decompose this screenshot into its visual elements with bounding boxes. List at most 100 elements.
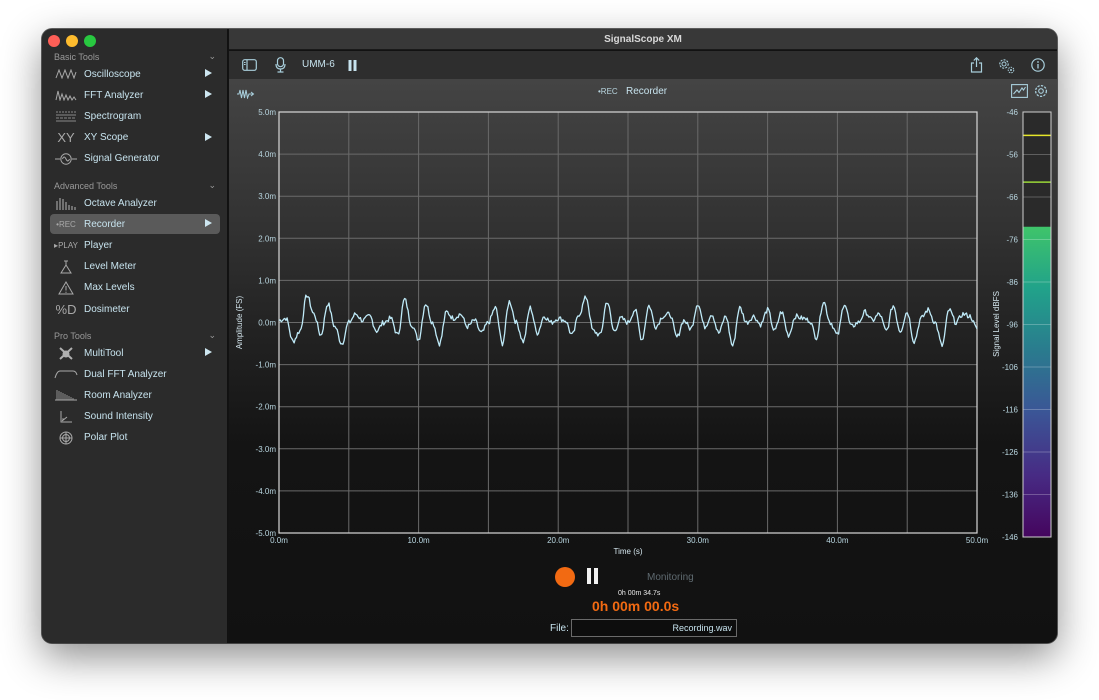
meter-axis-title: Signal Level dBFS [992, 291, 1001, 357]
share-button[interactable] [969, 57, 983, 73]
meter-tick-label: -146 [1002, 533, 1019, 542]
x-tick-label: 40.0m [826, 536, 849, 545]
y-tick-label: -4.0m [256, 487, 277, 496]
input-device-button[interactable] [274, 57, 286, 73]
toggle-sidebar-button[interactable] [241, 57, 257, 73]
sidebar-item-label: Level Meter [84, 261, 137, 273]
settings-gears-icon [998, 58, 1014, 73]
chevron-down-icon: ⌄ [208, 180, 216, 190]
y-tick-label: 5.0m [258, 108, 276, 117]
file-name-field[interactable]: Recording.wav [571, 619, 737, 637]
recorder-panel: •REC Recorder 5.0m 4.0m 3.0m 2.0m 1.0m 0.0m -1… [229, 79, 1057, 643]
sidebar-item-max-levels[interactable]: Max Levels [50, 278, 220, 298]
sidebar: Basic Tools ⌄ Oscilloscope FFT Analyzer … [42, 29, 228, 643]
sidebar-icon [241, 59, 257, 71]
sidebar-item-octave-analyzer[interactable]: Octave Analyzer [50, 193, 220, 213]
app-window: Basic Tools ⌄ Oscilloscope FFT Analyzer … [42, 29, 1057, 643]
room-analyzer-icon [54, 387, 78, 403]
close-window-button[interactable] [48, 35, 60, 47]
meter-tick-label: -106 [1002, 363, 1019, 372]
share-icon [970, 57, 982, 73]
monitoring-status: Monitoring [647, 572, 694, 583]
fft-icon [54, 87, 78, 103]
y-tick-label: -1.0m [256, 361, 277, 370]
sidebar-item-label: Spectrogram [84, 110, 142, 122]
sidebar-item-sound-intensity[interactable]: Sound Intensity [50, 407, 220, 427]
expand-arrow-icon[interactable] [205, 69, 212, 77]
window-controls [48, 35, 96, 47]
sidebar-item-label: Dosimeter [84, 303, 130, 315]
chevron-down-icon: ⌄ [208, 51, 216, 61]
sidebar-item-level-meter[interactable]: Level Meter [50, 257, 220, 277]
toolbar: UMM-6 [229, 51, 1057, 79]
level-meter-icon [54, 259, 78, 275]
meter-tick-label: -136 [1002, 491, 1019, 500]
section-label: Advanced Tools [54, 181, 118, 191]
zoom-window-button[interactable] [84, 35, 96, 47]
y-axis-title: Amplitude (FS) [235, 295, 244, 349]
signal-generator-icon [54, 151, 78, 167]
oscilloscope-icon [54, 66, 78, 82]
y-tick-label: 2.0m [258, 234, 276, 243]
pause-button[interactable] [587, 568, 601, 586]
x-tick-label: 0.0m [270, 536, 288, 545]
device-name[interactable]: UMM-6 [302, 59, 335, 70]
sidebar-item-label: Polar Plot [84, 432, 128, 444]
sidebar-item-label: Sound Intensity [84, 411, 153, 423]
info-button[interactable] [1030, 57, 1046, 73]
info-icon [1031, 58, 1045, 72]
expand-arrow-icon[interactable] [205, 132, 212, 141]
max-levels-icon [54, 280, 78, 296]
expand-arrow-icon[interactable] [205, 348, 212, 356]
sidebar-item-spectrogram[interactable]: Spectrogram [50, 106, 220, 126]
section-label: Basic Tools [54, 52, 100, 62]
dosimeter-icon: %D [55, 301, 77, 317]
sidebar-item-recorder[interactable]: •REC Recorder [50, 214, 220, 235]
meter-tick-label: -116 [1003, 406, 1019, 415]
sidebar-item-signal-generator[interactable]: Signal Generator [50, 149, 220, 169]
x-tick-label: 50.0m [966, 536, 989, 545]
x-axis-title: Time (s) [613, 547, 642, 556]
sidebar-item-dosimeter[interactable]: %D Dosimeter [50, 299, 220, 319]
expand-arrow-icon[interactable] [205, 219, 212, 228]
sidebar-item-label: FFT Analyzer [84, 89, 144, 101]
meter-tick-label: -126 [1002, 448, 1019, 457]
recording-time: 0h 00m 00.0s [592, 598, 680, 614]
x-tick-label: 20.0m [547, 536, 570, 545]
y-tick-label: 3.0m [258, 192, 276, 201]
file-label: File: [550, 623, 569, 634]
sidebar-item-polar-plot[interactable]: Polar Plot [50, 428, 220, 448]
waveform-plot[interactable]: 5.0m 4.0m 3.0m 2.0m 1.0m 0.0m -1.0m -2.0m -3.0m -… [229, 79, 1057, 559]
sidebar-item-label: Room Analyzer [84, 389, 152, 401]
app-settings-button[interactable] [996, 57, 1016, 73]
spectrogram-icon [54, 108, 78, 124]
x-tick-label: 30.0m [687, 536, 710, 545]
meter-tick-label: -76 [1006, 236, 1018, 245]
chevron-down-icon: ⌄ [208, 330, 216, 340]
section-label: Pro Tools [54, 331, 92, 341]
sidebar-item-label: Recorder [84, 218, 126, 230]
sidebar-item-label: Player [84, 239, 113, 251]
microphone-icon [274, 57, 286, 73]
sidebar-item-label: Max Levels [84, 282, 135, 294]
record-button[interactable] [555, 567, 575, 587]
meter-tick-label: -96 [1006, 321, 1018, 330]
input-pause-button[interactable] [347, 57, 357, 73]
expand-arrow-icon[interactable] [205, 90, 212, 99]
octave-icon [54, 195, 78, 211]
sidebar-item-label: XY Scope [84, 132, 129, 144]
meter-tick-label: -66 [1006, 193, 1018, 202]
y-tick-label: 4.0m [258, 150, 276, 159]
minimize-window-button[interactable] [66, 35, 78, 47]
sidebar-item-label: Octave Analyzer [84, 197, 157, 209]
sidebar-item-oscilloscope[interactable]: Oscilloscope [50, 64, 220, 84]
meter-tick-label: -56 [1006, 151, 1018, 160]
sidebar-item-xy-scope[interactable]: XY XY Scope [50, 128, 220, 148]
sidebar-item-fft-analyzer[interactable]: FFT Analyzer [50, 85, 220, 105]
sidebar-item-label: Dual FFT Analyzer [84, 368, 167, 380]
rec-icon: •REC [56, 219, 76, 229]
sidebar-item-player[interactable]: ▸PLAY Player [50, 235, 220, 255]
sidebar-item-dual-fft-analyzer[interactable]: Dual FFT Analyzer [50, 364, 220, 384]
sidebar-item-room-analyzer[interactable]: Room Analyzer [50, 385, 220, 405]
sidebar-item-multitool[interactable]: MultiTool [50, 343, 220, 363]
